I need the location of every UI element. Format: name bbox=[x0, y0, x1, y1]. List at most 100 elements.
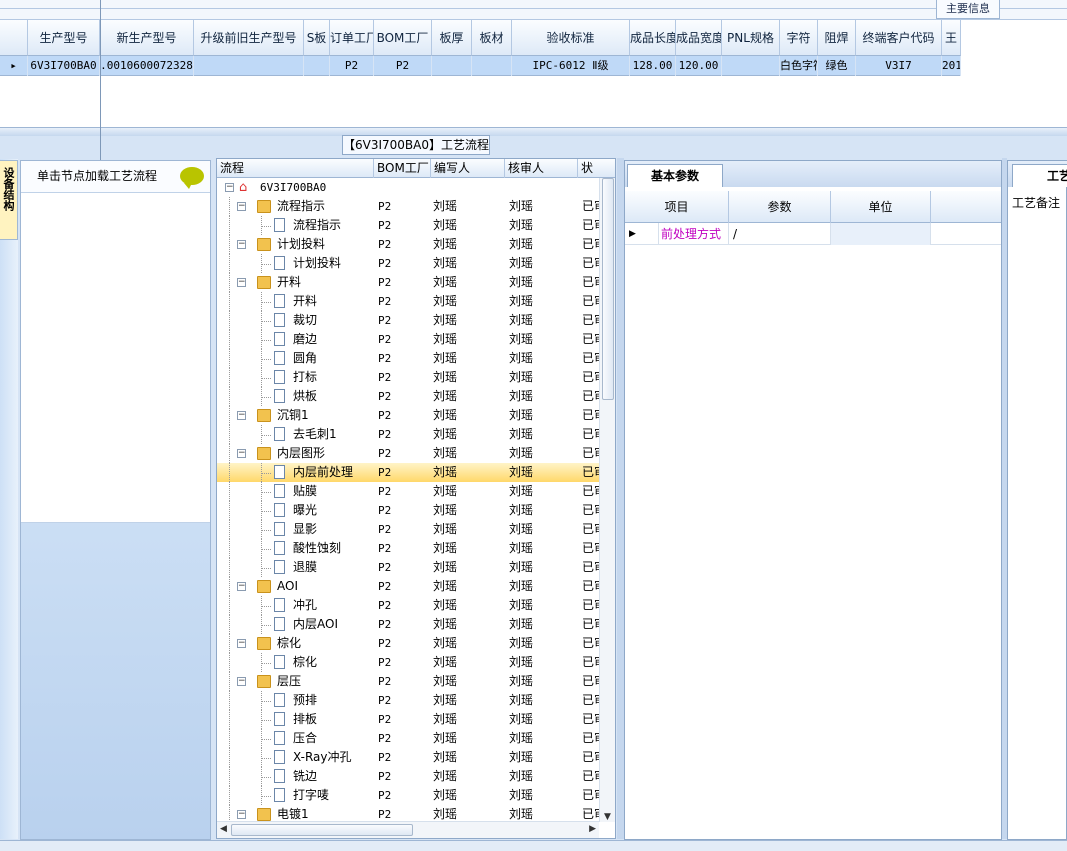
tree-row[interactable]: 裁切 P2 刘瑶 刘瑶 已审 bbox=[217, 311, 599, 330]
grid-cell-14[interactable]: V3I7 bbox=[856, 56, 942, 76]
tree-row[interactable]: 流程指示 P2 刘瑶 刘瑶 已审 bbox=[217, 216, 599, 235]
tree-row[interactable]: − AOI P2 刘瑶 刘瑶 已审 bbox=[217, 577, 599, 596]
tree-row[interactable]: 退膜 P2 刘瑶 刘瑶 已审 bbox=[217, 558, 599, 577]
tree-vertical-thumb[interactable] bbox=[602, 178, 614, 400]
col-process[interactable]: 流程 bbox=[217, 159, 374, 178]
col-unit[interactable]: 单位 bbox=[831, 191, 931, 223]
grid-cell-5[interactable]: P2 bbox=[374, 56, 432, 76]
tree-row[interactable]: 计划投料 P2 刘瑶 刘瑶 已审 bbox=[217, 254, 599, 273]
tree-row[interactable]: 烘板 P2 刘瑶 刘瑶 已审 bbox=[217, 387, 599, 406]
tree-row[interactable]: 开料 P2 刘瑶 刘瑶 已审 bbox=[217, 292, 599, 311]
collapse-icon[interactable]: − bbox=[237, 449, 246, 458]
grid-cell-6[interactable] bbox=[432, 56, 472, 76]
tree-row[interactable]: − 层压 P2 刘瑶 刘瑶 已审 bbox=[217, 672, 599, 691]
param-value[interactable]: / bbox=[729, 223, 831, 245]
tree-row[interactable]: − 流程指示 P2 刘瑶 刘瑶 已审 bbox=[217, 197, 599, 216]
tree-row[interactable]: 压合 P2 刘瑶 刘瑶 已审 bbox=[217, 729, 599, 748]
tree-row[interactable]: X-Ray冲孔 P2 刘瑶 刘瑶 已审 bbox=[217, 748, 599, 767]
grid-cell-9[interactable]: 128.00 bbox=[630, 56, 676, 76]
param-item[interactable]: 前处理方式 bbox=[659, 223, 729, 245]
tree-row[interactable]: 圆角 P2 刘瑶 刘瑶 已审 bbox=[217, 349, 599, 368]
grid-col-11[interactable]: PNL规格 bbox=[722, 20, 780, 56]
node-list[interactable] bbox=[21, 193, 210, 523]
scroll-down-icon[interactable]: ▼ bbox=[604, 812, 611, 822]
grid-cell-15[interactable]: 201 bbox=[942, 56, 961, 76]
grid-col-6[interactable]: 板厚 bbox=[432, 20, 472, 56]
tree-horizontal-scrollbar[interactable]: ◀ ▶ bbox=[217, 821, 599, 838]
tree-row[interactable]: 内层前处理 P2 刘瑶 刘瑶 已审 bbox=[217, 463, 599, 482]
grid-col-2[interactable]: 升级前旧生产型号 bbox=[194, 20, 304, 56]
tree-row[interactable]: 曝光 P2 刘瑶 刘瑶 已审 bbox=[217, 501, 599, 520]
tree-horizontal-thumb[interactable] bbox=[231, 824, 413, 836]
tree-row[interactable]: 显影 P2 刘瑶 刘瑶 已审 bbox=[217, 520, 599, 539]
grid-col-0[interactable]: 生产型号 bbox=[28, 20, 100, 56]
scroll-right-icon[interactable]: ▶ bbox=[589, 824, 596, 834]
collapse-icon[interactable]: − bbox=[237, 639, 246, 648]
scroll-left-icon[interactable]: ◀ bbox=[220, 824, 227, 834]
grid-col-12[interactable]: 字符 bbox=[780, 20, 818, 56]
tree-row[interactable]: 冲孔 P2 刘瑶 刘瑶 已审 bbox=[217, 596, 599, 615]
tree-row[interactable]: − 内层图形 P2 刘瑶 刘瑶 已审 bbox=[217, 444, 599, 463]
collapse-icon[interactable]: − bbox=[237, 677, 246, 686]
grid-cell-0[interactable]: 6V3I700BA0 bbox=[28, 56, 100, 76]
grid-cell-4[interactable]: P2 bbox=[330, 56, 374, 76]
tree-row[interactable]: 打标 P2 刘瑶 刘瑶 已审 bbox=[217, 368, 599, 387]
grid-col-13[interactable]: 阻焊 bbox=[818, 20, 856, 56]
tree-row[interactable]: − 开料 P2 刘瑶 刘瑶 已审 bbox=[217, 273, 599, 292]
tree-row[interactable]: 内层AOI P2 刘瑶 刘瑶 已审 bbox=[217, 615, 599, 634]
grid-col-10[interactable]: 成品宽度 bbox=[676, 20, 722, 56]
tree-row[interactable]: 打字唛 P2 刘瑶 刘瑶 已审 bbox=[217, 786, 599, 805]
tree-row[interactable]: − 沉铜1 P2 刘瑶 刘瑶 已审 bbox=[217, 406, 599, 425]
collapse-icon[interactable]: − bbox=[237, 202, 246, 211]
tree-row[interactable]: 酸性蚀刻 P2 刘瑶 刘瑶 已审 bbox=[217, 539, 599, 558]
tree-row[interactable]: 排板 P2 刘瑶 刘瑶 已审 bbox=[217, 710, 599, 729]
collapse-icon[interactable]: − bbox=[237, 411, 246, 420]
grid-col-8[interactable]: 验收标准 bbox=[512, 20, 630, 56]
param-grid-row[interactable]: ▶ 前处理方式 / bbox=[625, 223, 1001, 245]
vertical-splitter[interactable] bbox=[617, 158, 624, 839]
grid-col-4[interactable]: 订单工厂 bbox=[330, 20, 374, 56]
collapse-icon[interactable]: − bbox=[237, 810, 246, 819]
grid-cell-7[interactable] bbox=[472, 56, 512, 76]
col-bom-factory[interactable]: BOM工厂 bbox=[374, 159, 431, 178]
grid-cell-12[interactable]: 白色字符 bbox=[780, 56, 818, 76]
main-info-tab[interactable]: 主要信息 bbox=[936, 0, 1000, 19]
collapse-icon[interactable]: − bbox=[237, 240, 246, 249]
tree-vertical-scrollbar[interactable]: ▼ bbox=[599, 178, 615, 822]
grid-col-3[interactable]: S板 bbox=[304, 20, 330, 56]
grid-col-5[interactable]: BOM工厂 bbox=[374, 20, 432, 56]
tree-row[interactable]: 贴膜 P2 刘瑶 刘瑶 已审 bbox=[217, 482, 599, 501]
tree-row[interactable]: 铣边 P2 刘瑶 刘瑶 已审 bbox=[217, 767, 599, 786]
sidebar-tab-equipment[interactable]: 设备结构 bbox=[0, 160, 18, 240]
grid-col-7[interactable]: 板材 bbox=[472, 20, 512, 56]
grid-cell-13[interactable]: 绿色 bbox=[818, 56, 856, 76]
grid-col-1[interactable]: 新生产型号 bbox=[100, 20, 194, 56]
collapse-icon[interactable]: − bbox=[237, 582, 246, 591]
col-writer[interactable]: 编写人 bbox=[431, 159, 505, 178]
grid-cell-2[interactable] bbox=[194, 56, 304, 76]
col-reviewer[interactable]: 核审人 bbox=[505, 159, 578, 178]
col-status[interactable]: 状 bbox=[578, 159, 599, 178]
tree-row[interactable]: 磨边 P2 刘瑶 刘瑶 已审 bbox=[217, 330, 599, 349]
tree-row[interactable]: − 计划投料 P2 刘瑶 刘瑶 已审 bbox=[217, 235, 599, 254]
grid-cell-10[interactable]: 120.00 bbox=[676, 56, 722, 76]
grid-col-14[interactable]: 终端客户代码 bbox=[856, 20, 942, 56]
grid-cell-11[interactable] bbox=[722, 56, 780, 76]
tree-row[interactable]: 预排 P2 刘瑶 刘瑶 已审 bbox=[217, 691, 599, 710]
horizontal-splitter[interactable] bbox=[0, 128, 1067, 136]
tree-root[interactable]: − ⌂ 6V3I700BA0 bbox=[217, 178, 599, 197]
col-param[interactable]: 参数 bbox=[729, 191, 831, 223]
col-item[interactable]: 项目 bbox=[625, 191, 729, 223]
grid-cell-8[interactable]: IPC-6012 Ⅱ级 bbox=[512, 56, 630, 76]
param-unit[interactable] bbox=[831, 223, 931, 245]
tree-row[interactable]: − 棕化 P2 刘瑶 刘瑶 已审 bbox=[217, 634, 599, 653]
tree-row[interactable]: 去毛刺1 P2 刘瑶 刘瑶 已审 bbox=[217, 425, 599, 444]
grid-cell-1[interactable]: .0010600072328 bbox=[100, 56, 194, 76]
tree-row[interactable]: 棕化 P2 刘瑶 刘瑶 已审 bbox=[217, 653, 599, 672]
grid-col-15[interactable]: 王 bbox=[942, 20, 961, 56]
tab-process[interactable]: 工艺 bbox=[1012, 164, 1067, 187]
collapse-icon[interactable]: − bbox=[225, 183, 234, 192]
grid-cell-3[interactable] bbox=[304, 56, 330, 76]
tab-basic-params[interactable]: 基本参数 bbox=[627, 164, 723, 187]
product-grid-row[interactable]: ▸ 6V3I700BA0.0010600072328 P2 P2 IPC-6012 Ⅱ级… bbox=[0, 56, 961, 76]
